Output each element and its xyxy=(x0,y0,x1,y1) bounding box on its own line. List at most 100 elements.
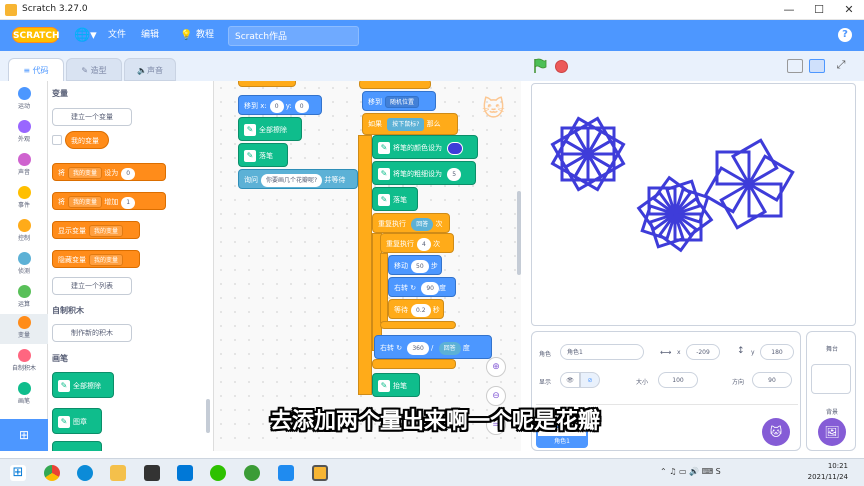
script-scrollbar[interactable] xyxy=(517,191,521,275)
category-variables[interactable]: 变量 xyxy=(0,314,48,344)
change-variable-block[interactable]: 将我的变量 增加 1 xyxy=(52,192,166,210)
menu-file[interactable]: 文件 xyxy=(108,20,126,51)
set-variable-block[interactable]: 将我的变量 设为 0 xyxy=(52,163,166,181)
category-events[interactable]: 事件 xyxy=(0,184,48,214)
repeat-foot xyxy=(372,359,456,369)
scratch-taskbar-icon[interactable] xyxy=(312,465,328,481)
erase-all-block[interactable]: ✎ 全部擦除 xyxy=(238,117,302,141)
x-arrow-icon: ⟷ xyxy=(660,348,672,357)
pen-color-swatch[interactable] xyxy=(447,141,464,155)
stop-icon[interactable] xyxy=(555,60,568,73)
pen-up-block[interactable]: ✎ 抬笔 xyxy=(372,373,420,397)
green-flag-icon[interactable] xyxy=(533,58,547,74)
meeting-app-icon[interactable] xyxy=(278,465,294,481)
hide-invisible-icon[interactable]: ⊘ xyxy=(580,372,600,388)
stage-header: ⤢ xyxy=(521,51,864,81)
make-variable-button[interactable]: 建立一个变量 xyxy=(52,108,132,126)
set-pen-color-block[interactable]: ✎ 将笔的颜色设为 xyxy=(372,135,478,159)
add-backdrop-icon[interactable]: 🖼 xyxy=(818,418,846,446)
minimize-button[interactable]: — xyxy=(774,0,804,20)
if-then-block[interactable]: 如果 按下鼠标? 那么 xyxy=(362,113,458,135)
menu-bar: SCRATCH 🌐▾ 文件 编辑 💡 教程 Scratch作品 ? xyxy=(0,20,864,51)
tab-costumes[interactable]: ✎ 造型 xyxy=(66,58,122,81)
large-stage-icon[interactable] xyxy=(809,59,825,73)
category-sound[interactable]: 声音 xyxy=(0,151,48,181)
language-globe-icon[interactable]: 🌐▾ xyxy=(74,20,97,51)
browser-e-icon[interactable] xyxy=(244,465,260,481)
category-pen[interactable]: 画笔 xyxy=(0,380,48,410)
tab-sounds[interactable]: 🔈声音 xyxy=(124,58,176,81)
pen-icon: ✎ xyxy=(378,194,390,206)
system-tray-icons[interactable]: ⌃ ♫ ▭ 🔊 ⌨ S xyxy=(660,467,721,476)
stage-canvas[interactable] xyxy=(531,83,856,326)
repeat-4-block[interactable]: 重复执行 4 次 xyxy=(380,233,454,253)
sensing-dot-icon xyxy=(17,252,31,265)
size-input[interactable]: 100 xyxy=(658,372,698,388)
close-button[interactable]: ✕ xyxy=(834,0,864,20)
menu-tutorials[interactable]: 教程 xyxy=(196,20,214,51)
backdrop-thumbnail[interactable] xyxy=(811,364,851,394)
my-variable-reporter[interactable]: 我的变量 xyxy=(65,131,109,149)
category-sensing[interactable]: 侦测 xyxy=(0,250,48,280)
add-extension-button[interactable]: ⊞ xyxy=(0,419,48,451)
hat-block-partial-2[interactable] xyxy=(359,81,431,89)
store-icon[interactable] xyxy=(144,465,160,481)
chrome-icon[interactable] xyxy=(44,465,60,481)
file-explorer-icon[interactable] xyxy=(110,465,126,481)
fullscreen-icon[interactable]: ⤢ xyxy=(833,58,849,74)
x-input[interactable]: -209 xyxy=(686,344,720,360)
mail-icon[interactable] xyxy=(177,465,193,481)
category-control[interactable]: 控制 xyxy=(0,217,48,247)
category-looks[interactable]: 外观 xyxy=(0,118,48,148)
palette-scrollbar[interactable] xyxy=(206,399,210,433)
direction-input[interactable]: 90 xyxy=(752,372,792,388)
category-operators[interactable]: 运算 xyxy=(0,283,48,313)
make-block-button[interactable]: 制作新的积木 xyxy=(52,324,132,342)
help-icon[interactable]: ? xyxy=(838,28,852,42)
move-steps-block[interactable]: 移动 50 步 xyxy=(388,255,442,275)
y-label: y xyxy=(751,349,755,356)
turn-right-block[interactable]: 右转 ↻ 90 度 xyxy=(388,277,456,297)
add-sprite-cat-icon[interactable]: 🐱 xyxy=(762,418,790,446)
windows-start-icon[interactable]: ⊞ xyxy=(10,465,26,481)
goto-random-block[interactable]: 移到 随机位置 xyxy=(362,91,436,111)
show-visible-icon[interactable]: 👁 xyxy=(560,372,580,388)
make-list-button[interactable]: 建立一个列表 xyxy=(52,277,132,295)
pen-icon: ✎ xyxy=(58,380,70,392)
script-area[interactable]: 移到 x: 0 y: 0 ✎ 全部擦除 ✎ 落笔 询问 你要画几个花瓣呢? 并等待 移到随… xyxy=(214,81,521,451)
wechat-icon[interactable] xyxy=(210,465,226,481)
repeat-answer-block[interactable]: 重复执行 回答 次 xyxy=(372,213,450,233)
pen-down-block-2[interactable]: ✎ 落笔 xyxy=(372,187,418,211)
sprite-name-input[interactable]: 角色1 xyxy=(560,344,644,360)
show-variable-block[interactable]: 显示变量 我的变量 xyxy=(52,221,140,239)
pen-icon: ✎ xyxy=(244,124,256,136)
y-arrow-icon: ↕ xyxy=(737,346,745,356)
ask-and-wait-block[interactable]: 询问 你要画几个花瓣呢? 并等待 xyxy=(238,169,358,189)
taskbar-clock[interactable]: 10:21 2021/11/24 xyxy=(808,461,848,483)
wait-seconds-block[interactable]: 等待 0.2 秒 xyxy=(388,299,444,319)
project-title-input[interactable]: Scratch作品 xyxy=(228,26,359,46)
maximize-button[interactable]: ☐ xyxy=(804,0,834,20)
zoom-in-icon[interactable]: ⊕ xyxy=(486,357,506,377)
small-stage-icon[interactable] xyxy=(787,59,803,73)
stage-selector-panel[interactable]: 舞台 背景 🖼 xyxy=(806,331,856,451)
pen-dot-icon xyxy=(17,382,31,395)
code-icon: ≡ xyxy=(23,66,33,75)
scratch-logo[interactable]: SCRATCH xyxy=(12,27,60,43)
turn-right-divide-block[interactable]: 右转 ↻ 360 / 回答 度 xyxy=(374,335,492,359)
category-myblocks[interactable]: 自制积木 xyxy=(0,347,48,377)
y-input[interactable]: 180 xyxy=(760,344,794,360)
set-pen-size-block[interactable]: ✎ 将笔的粗细设为 5 xyxy=(372,161,476,185)
pen-block-partial[interactable] xyxy=(52,441,102,451)
category-motion[interactable]: 运动 xyxy=(0,85,48,115)
pen-stamp-block[interactable]: ✎ 图章 xyxy=(52,408,102,434)
menu-edit[interactable]: 编辑 xyxy=(141,20,159,51)
pen-clear-block[interactable]: ✎ 全部擦除 xyxy=(52,372,114,398)
tab-code[interactable]: ≡ 代码 xyxy=(8,58,64,81)
variable-checkbox[interactable] xyxy=(52,135,62,145)
pen-down-block[interactable]: ✎ 落笔 xyxy=(238,143,288,167)
hat-block-partial[interactable] xyxy=(238,81,296,87)
goto-xy-block[interactable]: 移到 x: 0 y: 0 xyxy=(238,95,322,115)
edge-icon[interactable] xyxy=(77,465,93,481)
hide-variable-block[interactable]: 隐藏变量 我的变量 xyxy=(52,250,140,268)
